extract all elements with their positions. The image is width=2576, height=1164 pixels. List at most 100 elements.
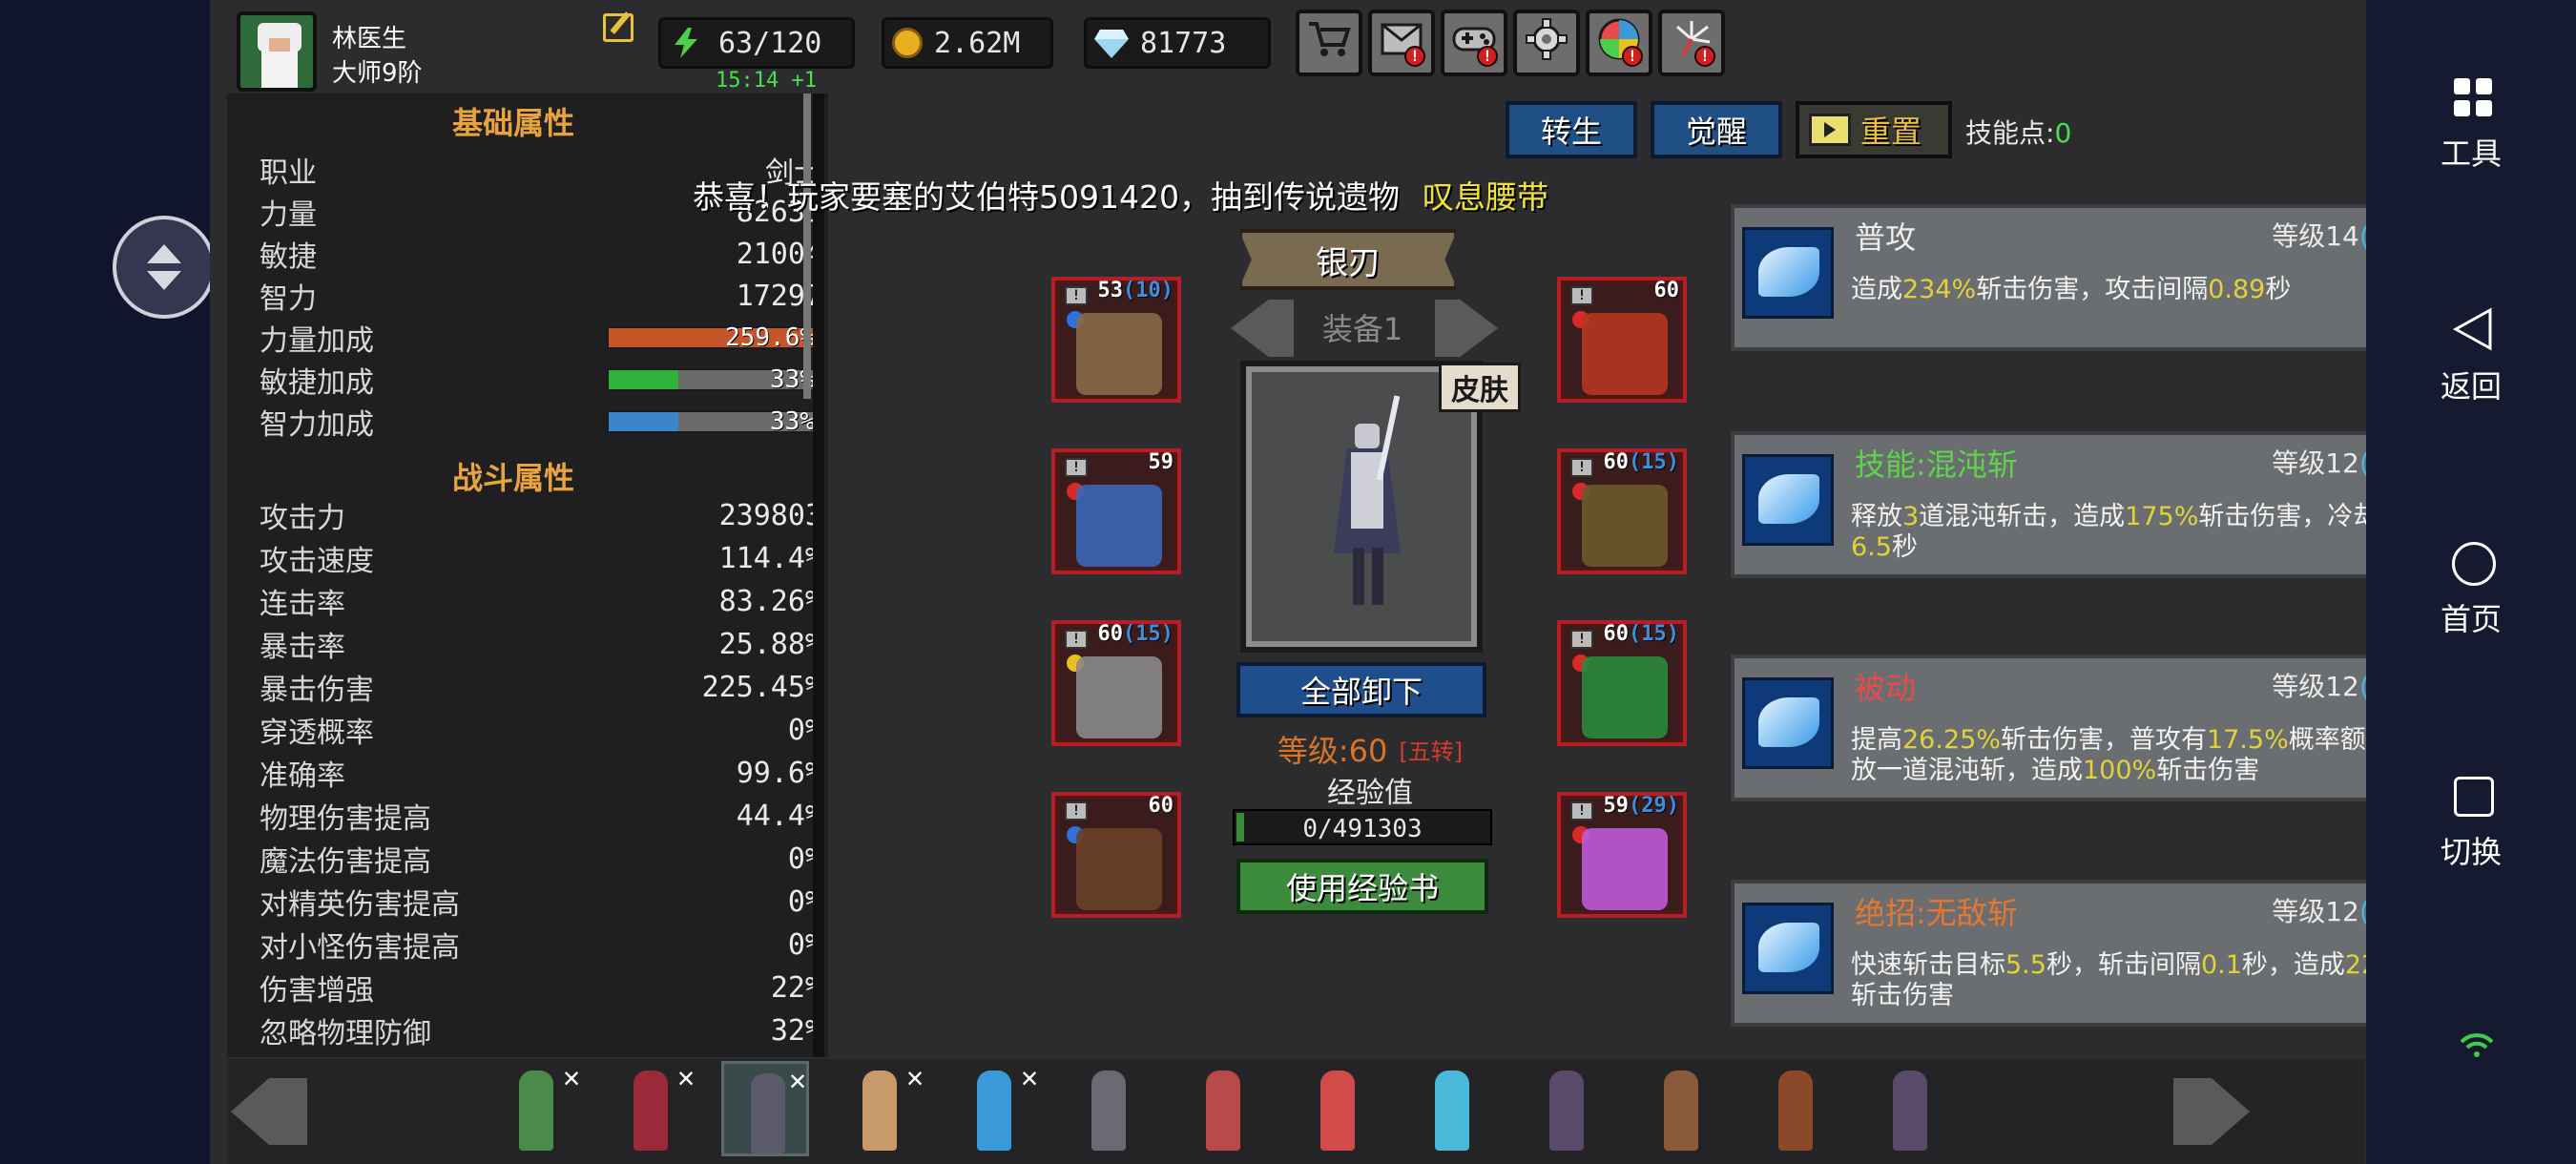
use-exp-book-button[interactable]: 使用经验书 (1236, 859, 1488, 914)
combat-stat-row: 对精英伤害提高 0% (260, 881, 822, 923)
stamina-icon (669, 26, 703, 60)
combat-attributes-title: 战斗属性 (451, 460, 574, 496)
remove-hero-icon[interactable]: ✕ (906, 1061, 924, 1094)
skill-description: 释放3道混沌斩击，造成175%斩击伤害，冷却时间6.5秒 (1851, 502, 2433, 563)
settings-button[interactable] (1513, 10, 1580, 76)
exp-bar: 0/491303 (1233, 809, 1492, 845)
remove-hero-icon[interactable]: ✕ (677, 1061, 695, 1094)
skill-card[interactable]: 技能:混沌斩等级12(+3)释放3道混沌斩击，造成175%斩击伤害，冷却时间6.… (1731, 431, 2446, 578)
equipment-slot-armor[interactable]: ! 59 (1051, 448, 1181, 574)
edit-name-icon[interactable] (603, 11, 634, 42)
bonus-name: 敏捷加成 (260, 366, 374, 400)
skill-description-segment: 6.5 (1851, 532, 1892, 562)
tab-rebirth[interactable]: 转生 (1506, 101, 1637, 158)
skill-card[interactable]: 普攻等级14(+3)造成234%斩击伤害，攻击间隔0.89秒 (1731, 204, 2446, 351)
unequip-all-button[interactable]: 全部卸下 (1236, 662, 1486, 717)
mail-button[interactable]: ! (1368, 10, 1435, 76)
broadcast-banner: 恭喜！玩家要塞的艾伯特5091420，抽到传说遗物 叹息腰带 (693, 172, 1548, 218)
roster-hero[interactable] (1065, 1061, 1153, 1156)
hero-level: 等级:60 [五转] (1277, 733, 1464, 769)
shop-button[interactable] (1296, 10, 1362, 76)
switch-label[interactable]: 切换 (2366, 828, 2576, 872)
player-rank: 大师9阶 (332, 59, 423, 88)
floating-scroll-button[interactable] (113, 216, 216, 319)
skill-points: 技能点:0 (1965, 117, 2072, 149)
skill-card[interactable]: 被动等级12(+3)提高26.25%斩击伤害，普攻有17.5%概率额外释放一道混… (1731, 655, 2446, 801)
stat-name: 对小怪伤害提高 (260, 931, 460, 965)
alert-badge: ! (1477, 46, 1498, 67)
stat-value: 44.4% (736, 799, 822, 833)
home-label[interactable]: 首页 (2366, 595, 2576, 639)
remove-hero-icon[interactable]: ✕ (563, 1061, 580, 1094)
stat-value: 225.45% (701, 670, 822, 704)
equipment-slot-pants[interactable]: ! 60(15) (1051, 620, 1181, 746)
hero-sprite (1549, 1070, 1584, 1151)
item-level: 53(10) (1098, 279, 1174, 302)
bonus-bar-fill (609, 370, 679, 389)
skill-description-segment: 斩击伤害 (2156, 756, 2260, 785)
roster-hero[interactable] (1866, 1061, 1954, 1156)
broadcast-text: 恭喜！玩家要塞的艾伯特5091420，抽到传说遗物 (693, 178, 1400, 216)
hero-sprite (1664, 1070, 1698, 1151)
equipment-slot-boots[interactable]: ! 60 (1051, 792, 1181, 918)
reset-button[interactable]: 重置 (1796, 101, 1952, 158)
roster-hero[interactable]: ✕ (607, 1061, 695, 1156)
roster-hero[interactable] (1408, 1061, 1496, 1156)
roster-hero[interactable]: ✕ (836, 1061, 924, 1156)
skill-description-segment: 0.1 (2200, 950, 2242, 980)
skill-card[interactable]: 绝招:无敌斩等级12(+3)快速斩击目标5.5秒，斩击间隔0.1秒，造成225%… (1731, 880, 2446, 1027)
sword-icon (1582, 828, 1668, 910)
quality-badge: ! (1065, 801, 1088, 821)
stat-name: 魔法伤害提高 (260, 845, 431, 879)
attributes-scrollbar[interactable] (803, 94, 811, 399)
remove-hero-icon[interactable]: ✕ (1021, 1061, 1038, 1094)
roster-hero[interactable] (1179, 1061, 1267, 1156)
remove-hero-icon[interactable]: ✕ (789, 1064, 806, 1097)
roster-hero[interactable]: ✕ (950, 1061, 1038, 1156)
equipment-slot-ring[interactable]: ! 60(15) (1557, 620, 1687, 746)
tools-icon[interactable] (2452, 76, 2494, 118)
attribute-name: 力量 (260, 198, 317, 232)
tools-label[interactable]: 工具 (2366, 130, 2576, 174)
lucky-wheel-button[interactable]: ! (1586, 10, 1652, 76)
bonus-bar-fill (609, 412, 679, 431)
home-icon[interactable] (2452, 542, 2496, 586)
equipment-slot-sword[interactable]: ! 59(29) (1557, 792, 1687, 918)
roster-hero[interactable] (1294, 1061, 1381, 1156)
item-level: 59 (1149, 450, 1174, 474)
roster-hero[interactable]: ✕ (721, 1061, 809, 1156)
wifi-icon (2458, 1030, 2496, 1059)
loadout-prev-button[interactable] (1231, 300, 1294, 357)
fireworks-button[interactable]: ! (1658, 10, 1725, 76)
quality-badge: ! (1065, 286, 1088, 305)
player-avatar[interactable] (237, 11, 317, 92)
stat-value: 25.88% (718, 627, 822, 661)
back-label[interactable]: 返回 (2366, 363, 2576, 406)
skill-description-segment: 提高 (1851, 725, 1902, 755)
boots-icon (1076, 828, 1162, 910)
necklace-icon (1582, 313, 1668, 395)
arrow-down-icon (147, 271, 181, 290)
roster-hero[interactable] (1752, 1061, 1839, 1156)
equipment-slot-necklace[interactable]: ! 60 (1557, 277, 1687, 403)
combat-stat-row: 暴击率 25.88% (260, 623, 822, 665)
roster-hero[interactable]: ✕ (492, 1061, 580, 1156)
roster-hero[interactable] (1523, 1061, 1610, 1156)
back-icon[interactable] (2452, 307, 2494, 351)
gamepad-button[interactable]: ! (1441, 10, 1507, 76)
equipment-slot-gloves[interactable]: ! 60(15) (1557, 448, 1687, 574)
skill-description-segment: 斩击伤害，攻击间隔 (1976, 275, 2209, 304)
switch-icon[interactable] (2454, 777, 2494, 817)
tab-awaken[interactable]: 觉醒 (1651, 101, 1782, 158)
equipment-panel: 银刃 装备1 皮肤 全部卸下 等级:60 [五转] 经验值 0/491303 使… (828, 225, 1706, 1057)
equipment-slot-helmet[interactable]: ! 53(10) (1051, 277, 1181, 403)
skin-button[interactable]: 皮肤 (1439, 363, 1521, 412)
hero-sprite (1324, 395, 1410, 611)
combat-stat-row: 连击率 83.26% (260, 580, 822, 622)
broadcast-item[interactable]: 叹息腰带 (1423, 178, 1548, 216)
loadout-next-button[interactable] (1435, 300, 1498, 357)
skill-description-segment: 234% (1902, 275, 1977, 304)
item-level-value: 60 (1603, 622, 1630, 646)
roster-hero[interactable] (1637, 1061, 1725, 1156)
bonus-name: 智力加成 (260, 408, 374, 442)
